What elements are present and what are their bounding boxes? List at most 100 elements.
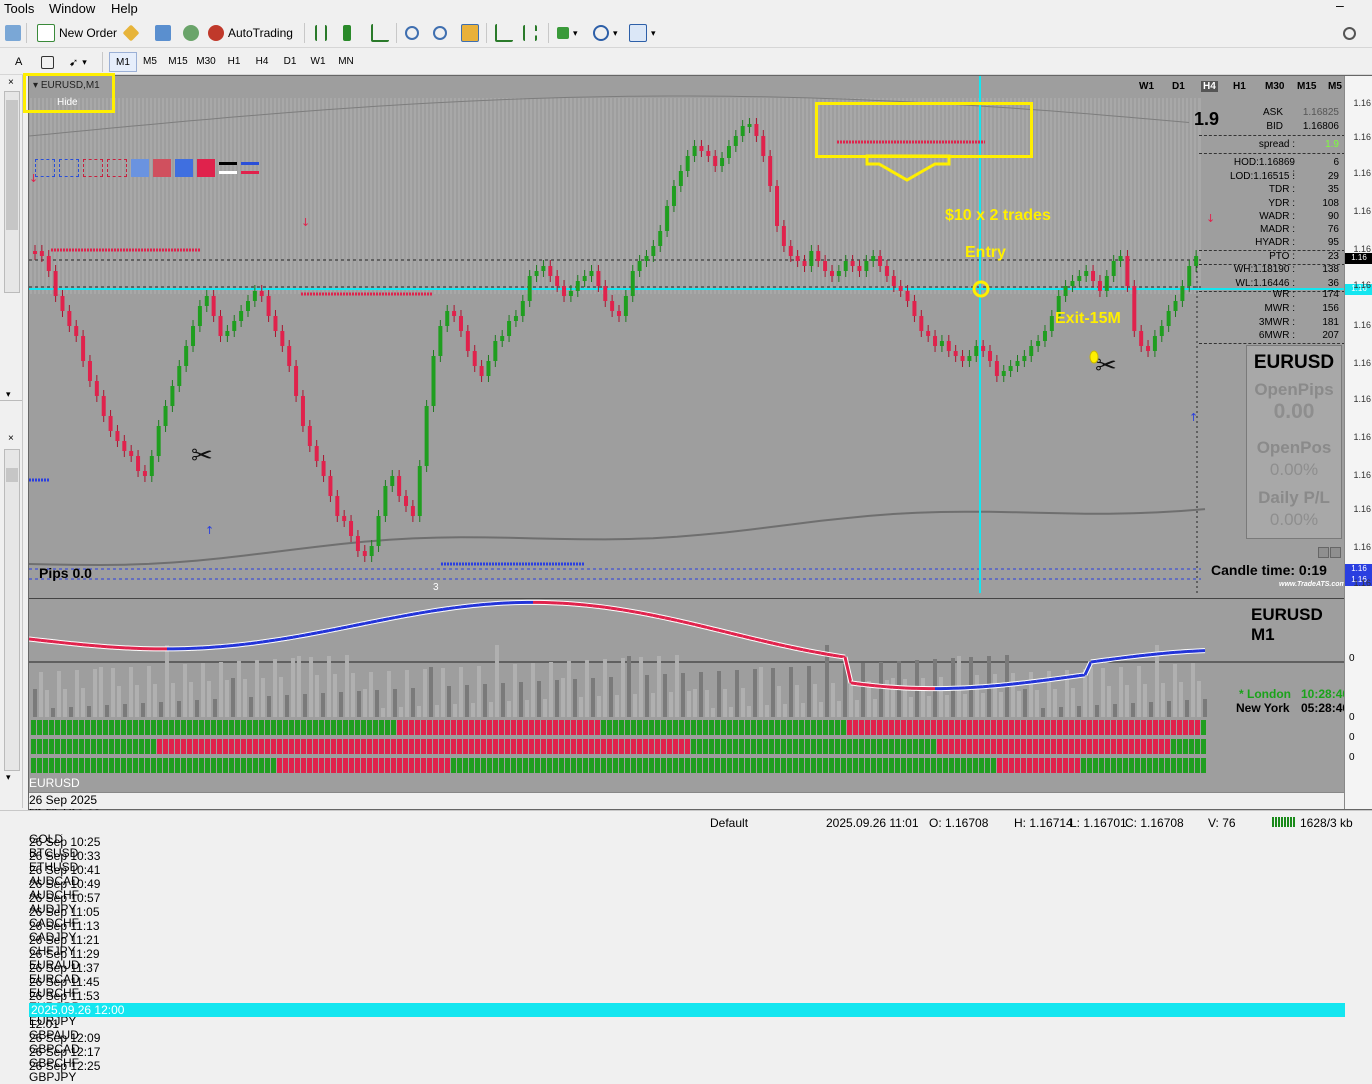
strength-cell bbox=[37, 758, 42, 773]
menu-help[interactable]: Help bbox=[111, 1, 138, 16]
swatch-red-outline-2[interactable] bbox=[107, 159, 127, 177]
swatch-lightblue[interactable] bbox=[131, 159, 149, 177]
profiles-button[interactable] bbox=[2, 22, 24, 44]
minimize-icon[interactable]: – bbox=[1336, 0, 1344, 13]
strength-cell bbox=[1177, 739, 1182, 754]
volume-bar bbox=[1023, 689, 1027, 717]
strength-cell bbox=[637, 720, 642, 735]
indicators-button[interactable]: ▾ bbox=[554, 22, 581, 44]
swatch-red[interactable] bbox=[197, 159, 215, 177]
volume-bar bbox=[1161, 683, 1165, 717]
volume-bar bbox=[1179, 682, 1183, 717]
timeframe-w1[interactable]: W1 bbox=[305, 52, 331, 70]
status-bar: Default 2025.09.26 11:01 O: 1.16708 H: 1… bbox=[0, 810, 1372, 834]
switch-m15[interactable]: M15 bbox=[1297, 81, 1316, 92]
candle-chart-button[interactable] bbox=[340, 22, 354, 44]
chart-title[interactable]: ▾ EURUSD,M1 bbox=[33, 80, 100, 91]
chart-window[interactable]: ↓↓↓↑↑✂✂ ▾ EURUSD,M1 Hide W1D1H4H1M30M15M… bbox=[28, 75, 1372, 810]
scrollbar-thumb[interactable] bbox=[6, 100, 18, 230]
oscillator-window[interactable]: EURUSD M1 * London 10:28:40 New York 05:… bbox=[29, 598, 1345, 717]
swatch-blue[interactable] bbox=[175, 159, 193, 177]
strength-cell bbox=[121, 720, 126, 735]
candle-body bbox=[699, 146, 703, 151]
swatch-red-outline[interactable] bbox=[83, 159, 103, 177]
oscillator-line bbox=[413, 613, 419, 614]
strength-cell bbox=[391, 720, 396, 735]
timeframe-h1[interactable]: H1 bbox=[221, 52, 247, 70]
oscillator-line bbox=[1001, 685, 1007, 686]
volume-bar bbox=[1119, 667, 1123, 717]
metaeditor-button[interactable] bbox=[152, 22, 174, 44]
timeframe-m5[interactable]: M5 bbox=[137, 52, 163, 70]
candle-body bbox=[102, 396, 106, 416]
text-label-tool-button[interactable] bbox=[38, 51, 57, 73]
strength-cell bbox=[1069, 758, 1074, 773]
chart-shift-button[interactable] bbox=[520, 22, 540, 44]
arrows-tool-button[interactable]: ➹▾ bbox=[66, 51, 90, 73]
swatch-blue-outline[interactable] bbox=[35, 159, 55, 177]
new-order-button[interactable]: New Order bbox=[34, 22, 120, 44]
terminal-scrollbar[interactable] bbox=[4, 449, 20, 771]
text-tool-button[interactable]: A bbox=[12, 51, 25, 73]
switch-h1[interactable]: H1 bbox=[1233, 81, 1246, 92]
candle-body bbox=[198, 306, 202, 326]
periods-button[interactable]: ▾ bbox=[590, 22, 621, 44]
zoom-in-button[interactable] bbox=[402, 22, 422, 44]
close-icon[interactable]: × bbox=[8, 433, 14, 444]
switch-m5[interactable]: M5 bbox=[1328, 81, 1342, 92]
oscillator-line bbox=[803, 650, 809, 651]
menu-tools[interactable]: Tools bbox=[4, 1, 34, 16]
timeframe-m1[interactable]: M1 bbox=[109, 52, 137, 72]
strength-cell bbox=[517, 739, 522, 754]
swatch-line-black-white[interactable] bbox=[219, 159, 237, 177]
price-axis[interactable]: 1.16 1.16 1.16 1.16 0 0 0 0 1.161.161.16… bbox=[1344, 76, 1372, 809]
strength-cell bbox=[433, 758, 438, 773]
strength-cell bbox=[127, 739, 132, 754]
switch-w1[interactable]: W1 bbox=[1139, 81, 1154, 92]
panel-button-1[interactable] bbox=[1318, 547, 1329, 558]
timeframe-h4[interactable]: H4 bbox=[249, 52, 275, 70]
switch-d1[interactable]: D1 bbox=[1172, 81, 1185, 92]
timeframe-m30[interactable]: M30 bbox=[193, 52, 219, 70]
timeframe-mn[interactable]: MN bbox=[333, 52, 359, 70]
close-icon[interactable]: × bbox=[8, 77, 14, 88]
main-chart[interactable]: ↓↓↓↑↑✂✂ ▾ EURUSD,M1 Hide W1D1H4H1M30M15M… bbox=[29, 76, 1345, 593]
bar-chart-button[interactable] bbox=[312, 22, 330, 44]
scroll-down-icon[interactable]: ▾ bbox=[6, 772, 11, 783]
autotrading-button[interactable]: AutoTrading bbox=[205, 22, 296, 44]
swatch-pink[interactable] bbox=[153, 159, 171, 177]
templates-button[interactable]: ▾ bbox=[626, 22, 659, 44]
autoscroll-button[interactable] bbox=[492, 22, 516, 44]
switch-m30[interactable]: M30 bbox=[1265, 81, 1284, 92]
strength-cell bbox=[1009, 739, 1014, 754]
strength-cell bbox=[505, 739, 510, 754]
hide-button[interactable]: Hide bbox=[57, 97, 78, 108]
signals-button[interactable] bbox=[180, 22, 202, 44]
volume-bar bbox=[141, 703, 145, 717]
strength-cell bbox=[505, 758, 510, 773]
swatch-blue-outline-2[interactable] bbox=[59, 159, 79, 177]
timeframe-m15[interactable]: M15 bbox=[165, 52, 191, 70]
strength-cell bbox=[739, 739, 744, 754]
strength-cell bbox=[235, 739, 240, 754]
search-button[interactable] bbox=[1340, 22, 1359, 44]
navigator-scrollbar[interactable] bbox=[4, 91, 20, 293]
symbol-tab-eurusd[interactable]: EURUSD bbox=[29, 776, 1345, 790]
volume-bar bbox=[687, 691, 691, 717]
swatch-line-blue-red[interactable] bbox=[241, 159, 259, 177]
timeframe-d1[interactable]: D1 bbox=[277, 52, 303, 70]
menu-window[interactable]: Window bbox=[49, 1, 95, 16]
tile-windows-button[interactable] bbox=[458, 22, 482, 44]
oscillator-line bbox=[1115, 658, 1121, 659]
panel-button-2[interactable] bbox=[1330, 547, 1341, 558]
line-chart-button[interactable] bbox=[368, 22, 392, 44]
status-high: H: 1.16714 bbox=[1014, 816, 1073, 830]
switch-h4[interactable]: H4 bbox=[1201, 81, 1218, 92]
scroll-down-icon[interactable]: ▾ bbox=[6, 389, 11, 400]
strength-cell bbox=[859, 720, 864, 735]
market-watch-button[interactable] bbox=[122, 22, 140, 44]
zoom-out-button[interactable] bbox=[430, 22, 450, 44]
scrollbar-thumb[interactable] bbox=[6, 468, 18, 482]
strength-cell bbox=[391, 739, 396, 754]
strength-cell bbox=[757, 758, 762, 773]
